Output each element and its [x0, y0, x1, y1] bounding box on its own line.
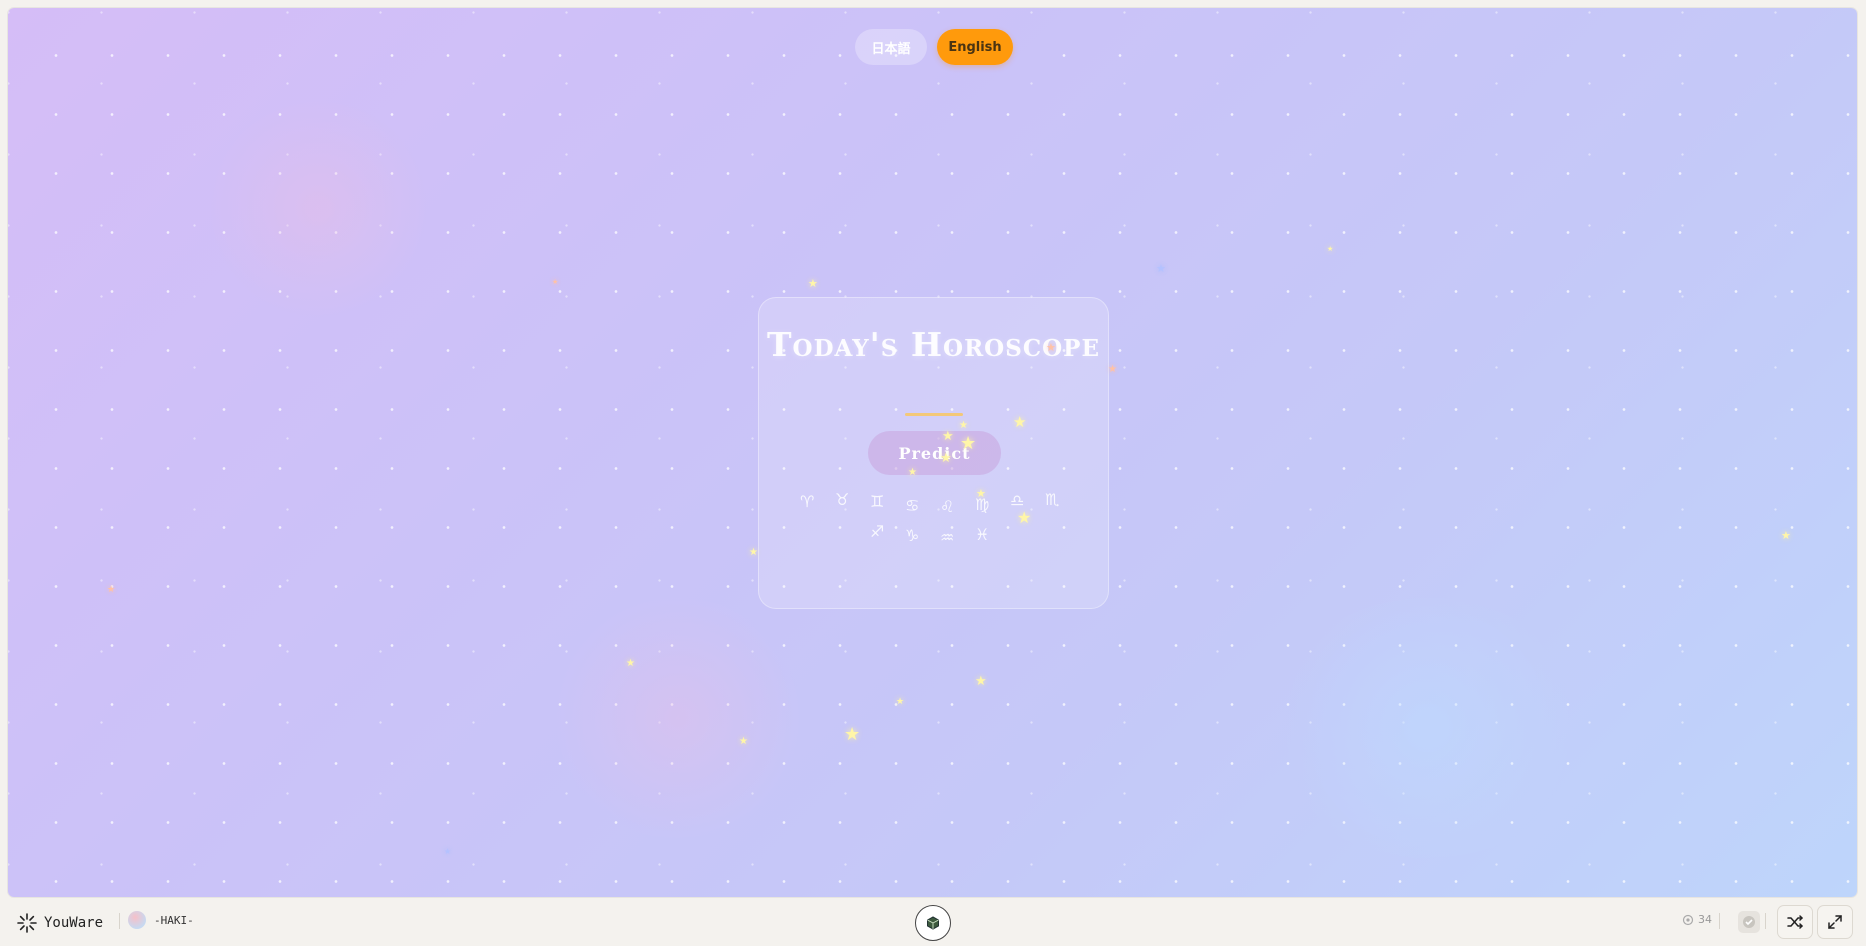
title-underline — [905, 413, 963, 416]
horoscope-card: Today's Horoscope Predict ♈ ♉ ♊ ♋ ♌ ♍ ♎ … — [758, 297, 1109, 609]
view-count: 34 — [1682, 913, 1712, 926]
divider — [119, 913, 120, 929]
app-stage: 日本語 English Today's Horoscope Predict ♈ … — [8, 8, 1857, 897]
like-button[interactable] — [1731, 905, 1767, 939]
youware-logo-icon — [17, 913, 37, 933]
zodiac-cancer-icon[interactable]: ♋ — [905, 497, 919, 515]
zodiac-aquarius-icon[interactable]: ♒ — [940, 529, 954, 547]
predict-button[interactable]: Predict — [868, 431, 1001, 475]
fullscreen-button[interactable] — [1817, 905, 1853, 939]
box-icon — [927, 916, 939, 930]
zodiac-virgo-icon[interactable]: ♍ — [975, 496, 989, 514]
zodiac-pisces-icon[interactable]: ♓ — [975, 526, 989, 544]
author-name: -HAKI- — [154, 913, 194, 927]
check-icon — [1738, 911, 1760, 933]
english-language-button[interactable]: English — [937, 29, 1013, 65]
card-title: Today's Horoscope — [767, 325, 1100, 364]
divider — [1719, 913, 1720, 929]
shuffle-icon — [1787, 915, 1803, 929]
footer-bar: YouWare -HAKI- 34 — [0, 897, 1866, 946]
view-count-value: 34 — [1698, 913, 1712, 926]
zodiac-leo-icon[interactable]: ♌ — [940, 498, 954, 516]
zodiac-taurus-icon[interactable]: ♉ — [835, 491, 849, 509]
zodiac-scorpio-icon[interactable]: ♏ — [1045, 491, 1059, 509]
shuffle-button[interactable] — [1777, 905, 1813, 939]
author[interactable]: -HAKI- — [128, 911, 194, 929]
zodiac-gemini-icon[interactable]: ♊ — [870, 493, 884, 511]
brand-label: YouWare — [44, 915, 104, 931]
zodiac-aries-icon[interactable]: ♈ — [800, 493, 814, 511]
zodiac-sagittarius-icon[interactable]: ♐ — [870, 523, 884, 541]
zodiac-capricorn-icon[interactable]: ♑ — [905, 527, 919, 545]
avatar — [128, 911, 146, 929]
japanese-language-button[interactable]: 日本語 — [855, 29, 927, 65]
eye-icon — [1682, 914, 1694, 925]
zodiac-libra-icon[interactable]: ♎ — [1010, 492, 1024, 510]
remix-button[interactable] — [915, 905, 951, 941]
brand[interactable]: YouWare — [16, 912, 103, 934]
divider — [1765, 913, 1766, 929]
expand-icon — [1828, 915, 1842, 929]
